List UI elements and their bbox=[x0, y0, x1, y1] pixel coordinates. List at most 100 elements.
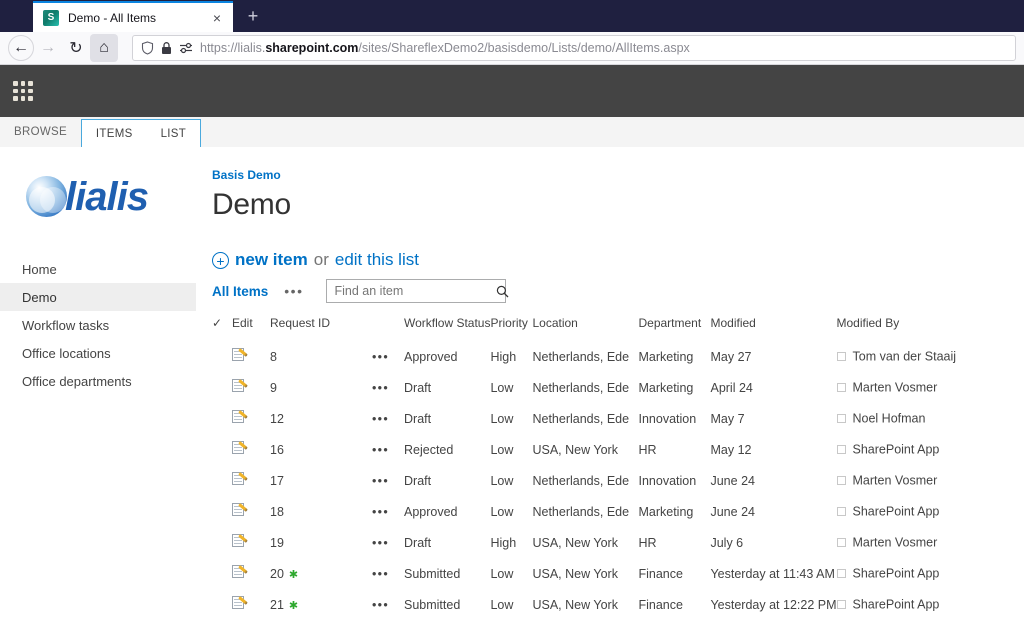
cell-request-id[interactable]: 18 bbox=[270, 496, 372, 527]
row-select-checkbox[interactable] bbox=[212, 558, 232, 589]
row-select-checkbox[interactable] bbox=[212, 589, 232, 620]
cell-location[interactable]: USA, New York bbox=[532, 558, 638, 589]
edit-icon[interactable] bbox=[232, 534, 248, 548]
cell-location[interactable]: Netherlands, Ede bbox=[532, 341, 638, 372]
row-select-checkbox[interactable] bbox=[212, 496, 232, 527]
cell-department[interactable]: Finance bbox=[638, 558, 710, 589]
sidebar-item-office-departments[interactable]: Office departments bbox=[0, 367, 196, 395]
view-menu-icon[interactable]: ••• bbox=[284, 283, 303, 299]
search-box[interactable] bbox=[325, 279, 509, 303]
column-header-modified[interactable]: Modified bbox=[710, 316, 836, 341]
back-icon[interactable]: ← bbox=[8, 35, 34, 61]
table-row[interactable]: 18 ••• Approved Low Netherlands, Ede Marketin… bbox=[212, 496, 1024, 527]
column-header-select-all[interactable]: ✓ bbox=[212, 316, 232, 341]
row-select-checkbox[interactable] bbox=[212, 403, 232, 434]
table-row[interactable]: 17 ••• Draft Low Netherlands, Ede Innovation J… bbox=[212, 465, 1024, 496]
presence-icon[interactable] bbox=[836, 414, 846, 424]
search-icon[interactable] bbox=[496, 285, 509, 298]
cell-modified-by[interactable]: Marten Vosmer bbox=[836, 372, 1024, 403]
cell-modified-by[interactable]: Noel Hofman bbox=[836, 403, 1024, 434]
table-row[interactable]: 16 ••• Rejected Low USA, New York HR May 12 Sha… bbox=[212, 434, 1024, 465]
shield-icon[interactable] bbox=[141, 41, 154, 55]
table-row[interactable]: 20 ✱ ••• Submitted Low USA, New York Finance Ye… bbox=[212, 558, 1024, 589]
home-icon[interactable]: ⌂ bbox=[90, 34, 118, 62]
row-select-checkbox[interactable] bbox=[212, 341, 232, 372]
cell-request-id[interactable]: 19 bbox=[270, 527, 372, 558]
cell-location[interactable]: Netherlands, Ede bbox=[532, 496, 638, 527]
reload-icon[interactable]: ↻ bbox=[62, 34, 90, 62]
address-bar[interactable]: https://lialis.sharepoint.com/sites/Shar… bbox=[132, 35, 1016, 61]
cell-location[interactable]: Netherlands, Ede bbox=[532, 372, 638, 403]
cell-request-id[interactable]: 8 bbox=[270, 341, 372, 372]
cell-department[interactable]: Marketing bbox=[638, 496, 710, 527]
table-row[interactable]: 8 ••• Approved High Netherlands, Ede Marketin… bbox=[212, 341, 1024, 372]
forward-icon[interactable]: → bbox=[34, 34, 62, 62]
cell-location[interactable]: Netherlands, Ede bbox=[532, 403, 638, 434]
cell-department[interactable]: Innovation bbox=[638, 465, 710, 496]
row-menu-icon[interactable]: ••• bbox=[372, 589, 404, 620]
edit-icon[interactable] bbox=[232, 379, 248, 393]
sidebar-item-home[interactable]: Home bbox=[0, 255, 196, 283]
row-edit-button[interactable] bbox=[232, 589, 270, 620]
row-edit-button[interactable] bbox=[232, 496, 270, 527]
sidebar-item-workflow-tasks[interactable]: Workflow tasks bbox=[0, 311, 196, 339]
cell-department[interactable]: HR bbox=[638, 527, 710, 558]
new-item-link[interactable]: new item bbox=[235, 250, 308, 270]
row-select-checkbox[interactable] bbox=[212, 465, 232, 496]
cell-department[interactable]: Marketing bbox=[638, 341, 710, 372]
row-menu-icon[interactable]: ••• bbox=[372, 527, 404, 558]
cell-location[interactable]: Netherlands, Ede bbox=[532, 465, 638, 496]
cell-modified-by[interactable]: SharePoint App bbox=[836, 496, 1024, 527]
row-menu-icon[interactable]: ••• bbox=[372, 372, 404, 403]
tab-list[interactable]: LIST bbox=[147, 120, 201, 147]
edit-this-list-link[interactable]: edit this list bbox=[335, 250, 419, 270]
presence-icon[interactable] bbox=[836, 507, 846, 517]
cell-request-id[interactable]: 17 bbox=[270, 465, 372, 496]
presence-icon[interactable] bbox=[836, 476, 846, 486]
table-row[interactable]: 9 ••• Draft Low Netherlands, Ede Marketing Apr… bbox=[212, 372, 1024, 403]
row-menu-icon[interactable]: ••• bbox=[372, 403, 404, 434]
cell-request-id[interactable]: 12 bbox=[270, 403, 372, 434]
column-header-edit[interactable]: Edit bbox=[232, 316, 270, 341]
cell-request-id[interactable]: 16 bbox=[270, 434, 372, 465]
close-icon[interactable]: × bbox=[209, 11, 225, 25]
column-header-request-id[interactable]: Request ID bbox=[270, 316, 372, 341]
column-header-department[interactable]: Department bbox=[638, 316, 710, 341]
sidebar-item-office-locations[interactable]: Office locations bbox=[0, 339, 196, 367]
row-menu-icon[interactable]: ••• bbox=[372, 434, 404, 465]
breadcrumb[interactable]: Basis Demo bbox=[212, 168, 1024, 182]
presence-icon[interactable] bbox=[836, 445, 846, 455]
tab-browse[interactable]: BROWSE bbox=[0, 117, 81, 147]
cell-modified-by[interactable]: SharePoint App bbox=[836, 434, 1024, 465]
row-edit-button[interactable] bbox=[232, 465, 270, 496]
cell-modified-by[interactable]: Marten Vosmer bbox=[836, 465, 1024, 496]
presence-icon[interactable] bbox=[836, 600, 846, 610]
presence-icon[interactable] bbox=[836, 569, 846, 579]
column-header-location[interactable]: Location bbox=[532, 316, 638, 341]
tab-items[interactable]: ITEMS bbox=[82, 120, 147, 147]
new-tab-button[interactable]: + bbox=[239, 2, 267, 30]
permissions-icon[interactable] bbox=[179, 41, 193, 55]
edit-icon[interactable] bbox=[232, 441, 248, 455]
cell-department[interactable]: Innovation bbox=[638, 403, 710, 434]
edit-icon[interactable] bbox=[232, 565, 248, 579]
column-header-modified-by[interactable]: Modified By bbox=[837, 316, 1024, 341]
cell-department[interactable]: Marketing bbox=[638, 372, 710, 403]
edit-icon[interactable] bbox=[232, 348, 248, 362]
row-edit-button[interactable] bbox=[232, 434, 270, 465]
edit-icon[interactable] bbox=[232, 472, 248, 486]
browser-tab[interactable]: S Demo - All Items × bbox=[33, 1, 233, 32]
cell-department[interactable]: Finance bbox=[638, 589, 710, 620]
edit-icon[interactable] bbox=[232, 503, 248, 517]
cell-location[interactable]: USA, New York bbox=[532, 434, 638, 465]
table-row[interactable]: 19 ••• Draft High USA, New York HR July 6 Marte… bbox=[212, 527, 1024, 558]
row-edit-button[interactable] bbox=[232, 558, 270, 589]
row-edit-button[interactable] bbox=[232, 341, 270, 372]
cell-request-id[interactable]: 20 ✱ bbox=[270, 558, 372, 589]
cell-modified-by[interactable]: Tom van der Staaij bbox=[836, 341, 1024, 372]
table-row[interactable]: 21 ✱ ••• Submitted Low USA, New York Finance Ye… bbox=[212, 589, 1024, 620]
column-header-priority[interactable]: Priority bbox=[490, 316, 532, 341]
view-all-items[interactable]: All Items bbox=[212, 284, 268, 299]
column-header-workflow-status[interactable]: Workflow Status bbox=[404, 316, 490, 341]
row-edit-button[interactable] bbox=[232, 403, 270, 434]
